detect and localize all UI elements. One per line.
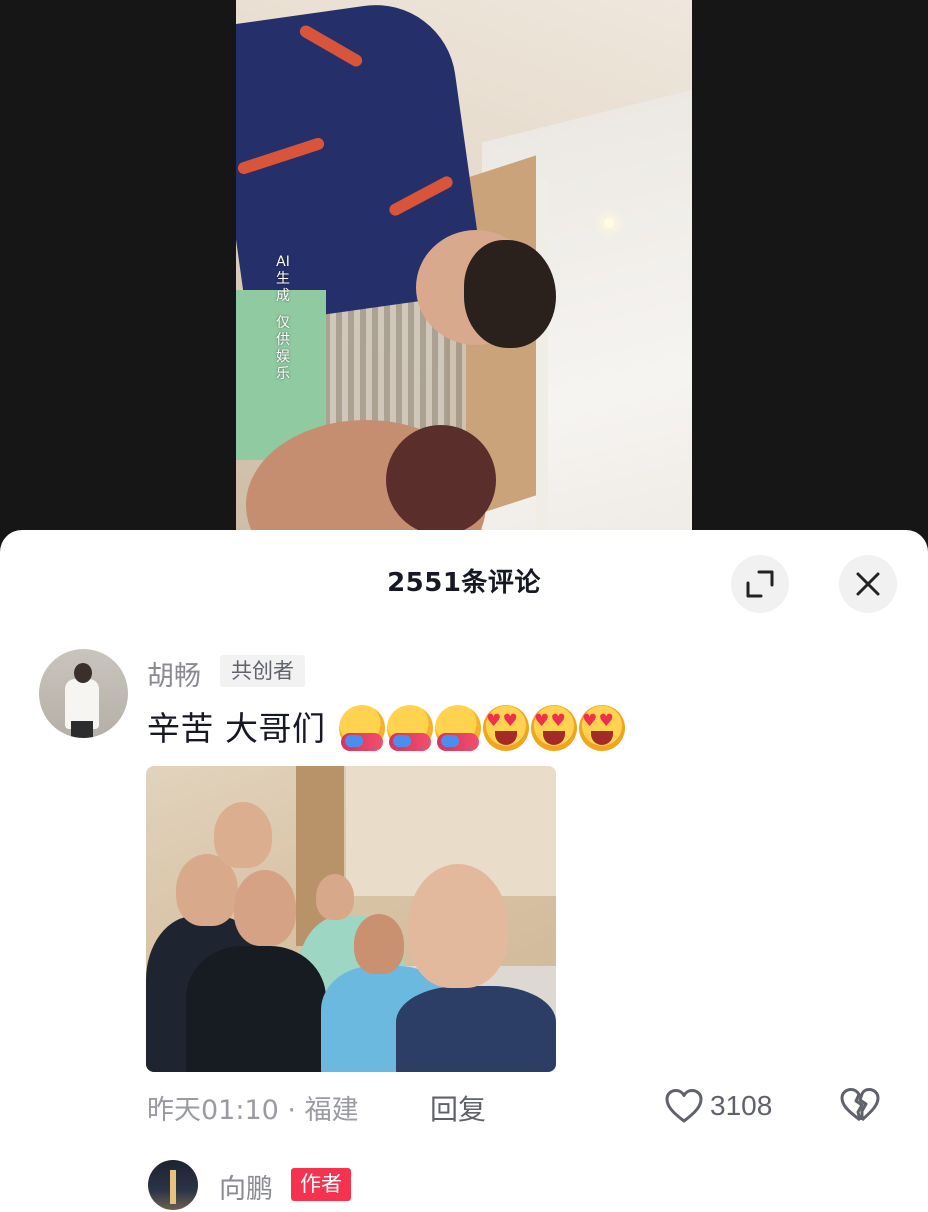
photo-person-face xyxy=(408,864,508,988)
video-person-hair xyxy=(386,425,496,535)
comment-time: 昨天01:10 xyxy=(147,1095,279,1126)
video-area[interactable]: AI 生成 仅供 娱乐 xyxy=(0,0,928,560)
photo-person-face xyxy=(316,874,354,920)
like-count: 3108 xyxy=(710,1090,773,1121)
ai-label-line: 娱乐 xyxy=(276,349,290,382)
comment-username[interactable]: 向鹏 xyxy=(219,1167,273,1206)
like-button[interactable]: 3108 xyxy=(664,1086,772,1126)
comment-username[interactable]: 胡畅 xyxy=(147,654,201,693)
video-door-trim xyxy=(536,178,548,542)
hug-emoji-icon xyxy=(387,705,433,751)
avatar-figure-legs xyxy=(71,721,93,738)
avatar-tower-shape xyxy=(170,1170,176,1204)
expand-icon xyxy=(746,570,774,598)
ai-label-line: 生成 xyxy=(276,271,290,304)
avatar-figure-head xyxy=(74,663,92,683)
photo-person-face xyxy=(354,914,404,974)
ai-label-line: AI xyxy=(276,254,290,270)
video-ceiling-light xyxy=(604,218,614,228)
heart-icon xyxy=(665,1089,703,1123)
heart-eyes-emoji-icon xyxy=(483,705,529,751)
heart-eyes-emoji-icon xyxy=(531,705,577,751)
hug-emoji-icon xyxy=(435,705,481,751)
avatar[interactable] xyxy=(39,649,128,738)
avatar[interactable] xyxy=(148,1160,198,1210)
ai-generated-label: AI 生成 仅供 娱乐 xyxy=(272,254,294,383)
video-frame[interactable]: AI 生成 仅供 娱乐 xyxy=(236,0,692,560)
dislike-button[interactable] xyxy=(838,1086,882,1126)
photo-person-body xyxy=(186,946,326,1072)
ai-label-line: 仅供 xyxy=(276,315,290,348)
cocreator-badge: 共创者 xyxy=(220,655,305,687)
photo-person-body xyxy=(396,986,556,1072)
heart-eyes-emoji-icon xyxy=(579,705,625,751)
comment-meta: 昨天01:10 · 福建 xyxy=(147,1088,359,1127)
hug-emoji-icon xyxy=(339,705,385,751)
comments-sheet: 2551条评论 胡畅 共创者 辛苦 大哥们 ♥ ♥ ♥ ♥ ♥ ♥ 昨天01:1… xyxy=(0,530,928,1212)
comment-text: 辛苦 大哥们 xyxy=(147,709,326,748)
broken-heart-icon xyxy=(840,1088,880,1122)
photo-person-face xyxy=(214,802,272,868)
close-button[interactable] xyxy=(839,555,897,613)
reply-button[interactable]: 回复 xyxy=(430,1088,486,1128)
meta-separator: · xyxy=(287,1095,296,1126)
author-badge: 作者 xyxy=(291,1168,351,1201)
comment-photo[interactable] xyxy=(146,766,556,1072)
expand-button[interactable] xyxy=(731,555,789,613)
comment-emojis xyxy=(339,705,625,751)
close-icon xyxy=(856,572,880,596)
video-person-hair xyxy=(464,240,556,348)
comment-location: 福建 xyxy=(304,1095,359,1126)
ai-label-line xyxy=(272,305,294,315)
photo-person-face xyxy=(234,870,296,946)
